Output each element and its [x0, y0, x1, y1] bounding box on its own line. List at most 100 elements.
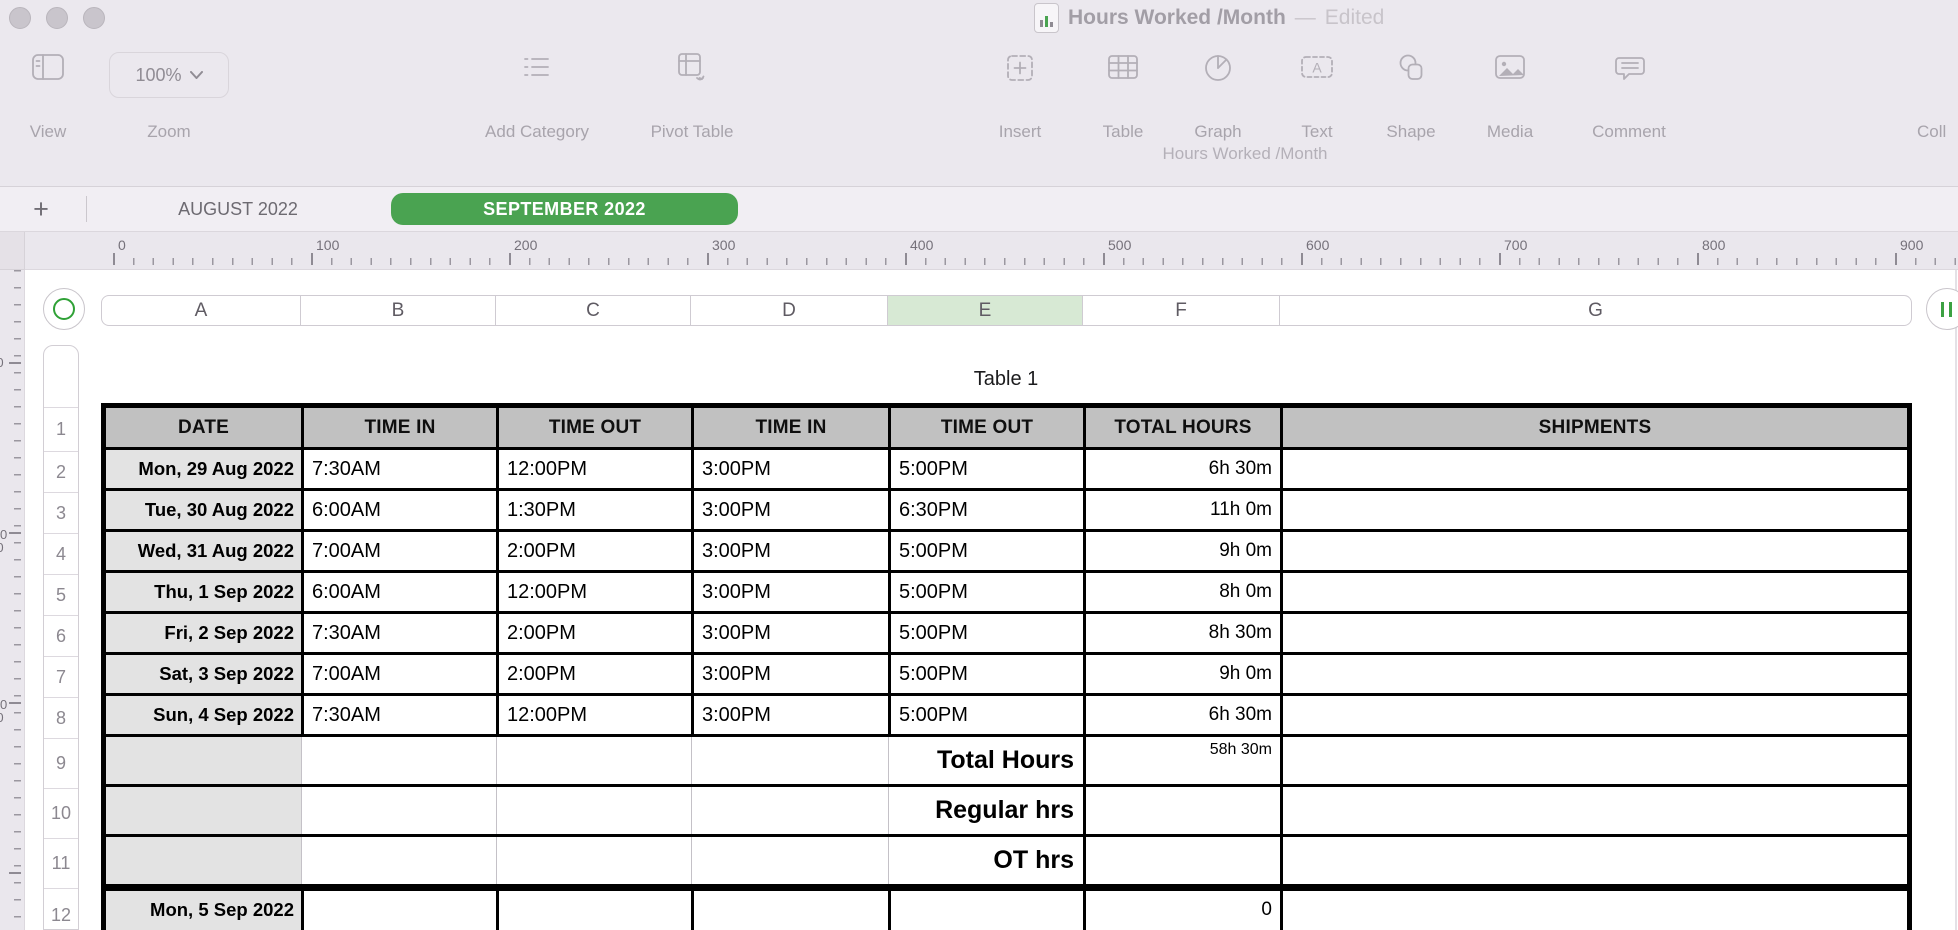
- cell-date[interactable]: Tue, 30 Aug 2022: [106, 491, 301, 529]
- cell-time-in-2[interactable]: 3:00PM: [691, 655, 888, 693]
- cell-shipments[interactable]: [1280, 655, 1907, 693]
- collaborate-button[interactable]: Coll: [1917, 122, 1946, 142]
- table-title[interactable]: Table 1: [974, 368, 1039, 391]
- cell-total[interactable]: 9h 0m: [1083, 532, 1280, 570]
- cell-summary-value[interactable]: [1083, 787, 1280, 834]
- row-header-6[interactable]: 6: [44, 616, 78, 657]
- cell-time-out-1[interactable]: 12:00PM: [496, 696, 691, 734]
- cell-time-in-1[interactable]: 6:00AM: [301, 491, 496, 529]
- cell-date[interactable]: Mon, 5 Sep 2022: [106, 891, 301, 930]
- cell-shipments[interactable]: [1280, 891, 1907, 930]
- cell-shipments[interactable]: [1280, 573, 1907, 611]
- cell-time-in-2[interactable]: 3:00PM: [691, 532, 888, 570]
- cell-empty[interactable]: [106, 737, 301, 784]
- cell-time-in-1[interactable]: [301, 891, 496, 930]
- cell-total[interactable]: 8h 30m: [1083, 614, 1280, 652]
- cell-summary-value[interactable]: [1083, 837, 1280, 884]
- cell-summary-value[interactable]: 58h 30m: [1083, 737, 1280, 784]
- cell-date[interactable]: Mon, 29 Aug 2022: [106, 450, 301, 488]
- cell-empty[interactable]: [106, 837, 301, 884]
- cell-empty[interactable]: [691, 787, 888, 834]
- row-header-2[interactable]: 2: [44, 452, 78, 493]
- row-header-8[interactable]: 8: [44, 698, 78, 739]
- cell-time-out-2[interactable]: 5:00PM: [888, 696, 1083, 734]
- cell-time-out-2[interactable]: [888, 891, 1083, 930]
- cell-time-in-2[interactable]: 3:00PM: [691, 696, 888, 734]
- cell-shipments[interactable]: [1280, 532, 1907, 570]
- cell-time-in-1[interactable]: 7:00AM: [301, 532, 496, 570]
- close-window-icon[interactable]: [9, 7, 31, 29]
- sheet-tab-august-2022[interactable]: AUGUST 2022: [178, 187, 298, 231]
- cell-shipments[interactable]: [1280, 696, 1907, 734]
- cell-summary-label[interactable]: Regular hrs: [888, 787, 1083, 834]
- header-time-in-1[interactable]: TIME IN: [301, 408, 496, 447]
- header-shipments[interactable]: SHIPMENTS: [1280, 408, 1907, 447]
- cell-time-out-2[interactable]: 5:00PM: [888, 450, 1083, 488]
- cell-time-in-1[interactable]: 7:30AM: [301, 450, 496, 488]
- cell-total[interactable]: 6h 30m: [1083, 450, 1280, 488]
- row-header-4[interactable]: 4: [44, 534, 78, 575]
- column-header-d[interactable]: D: [691, 296, 888, 325]
- cell-time-out-1[interactable]: 12:00PM: [496, 450, 691, 488]
- cell-time-in-2[interactable]: 3:00PM: [691, 614, 888, 652]
- sheet-tab-september-2022[interactable]: SEPTEMBER 2022: [391, 193, 738, 225]
- row-header-3[interactable]: 3: [44, 493, 78, 534]
- column-header-f[interactable]: F: [1083, 296, 1280, 325]
- cell-time-in-2[interactable]: 3:00PM: [691, 491, 888, 529]
- select-table-button[interactable]: [43, 288, 85, 330]
- row-header-5[interactable]: 5: [44, 575, 78, 616]
- cell-date[interactable]: Sun, 4 Sep 2022: [106, 696, 301, 734]
- cell-empty[interactable]: [301, 787, 496, 834]
- header-date[interactable]: DATE: [106, 408, 301, 447]
- cell-date[interactable]: Wed, 31 Aug 2022: [106, 532, 301, 570]
- row-header-12[interactable]: 12: [44, 889, 78, 929]
- cell-time-out-2[interactable]: 6:30PM: [888, 491, 1083, 529]
- zoom-dropdown[interactable]: 100%: [109, 52, 229, 98]
- row-header-7[interactable]: 7: [44, 657, 78, 698]
- cell-time-in-1[interactable]: 7:30AM: [301, 614, 496, 652]
- cell-time-out-2[interactable]: 5:00PM: [888, 573, 1083, 611]
- cell-date[interactable]: Fri, 2 Sep 2022: [106, 614, 301, 652]
- cell-total[interactable]: 11h 0m: [1083, 491, 1280, 529]
- cell-shipments[interactable]: [1280, 450, 1907, 488]
- column-header-c[interactable]: C: [496, 296, 691, 325]
- cell-total[interactable]: 6h 30m: [1083, 696, 1280, 734]
- cell-shipments[interactable]: [1280, 737, 1907, 784]
- row-header-10[interactable]: 10: [44, 789, 78, 839]
- cell-shipments[interactable]: [1280, 491, 1907, 529]
- cell-time-out-1[interactable]: [496, 891, 691, 930]
- cell-empty[interactable]: [301, 837, 496, 884]
- row-header-blank[interactable]: [44, 346, 78, 408]
- row-header-9[interactable]: 9: [44, 739, 78, 789]
- cell-time-in-1[interactable]: 7:30AM: [301, 696, 496, 734]
- header-time-in-2[interactable]: TIME IN: [691, 408, 888, 447]
- column-header-g[interactable]: G: [1280, 296, 1911, 325]
- cell-time-in-1[interactable]: 7:00AM: [301, 655, 496, 693]
- cell-empty[interactable]: [691, 837, 888, 884]
- cell-time-in-2[interactable]: 3:00PM: [691, 573, 888, 611]
- row-header-1[interactable]: 1: [44, 408, 78, 452]
- cell-total[interactable]: 9h 0m: [1083, 655, 1280, 693]
- cell-total[interactable]: 0: [1083, 891, 1280, 930]
- column-header-e-selected[interactable]: E: [888, 296, 1083, 325]
- cell-time-out-2[interactable]: 5:00PM: [888, 532, 1083, 570]
- cell-date[interactable]: Thu, 1 Sep 2022: [106, 573, 301, 611]
- cell-time-in-2[interactable]: [691, 891, 888, 930]
- cell-time-out-1[interactable]: 2:00PM: [496, 532, 691, 570]
- cell-summary-label[interactable]: OT hrs: [888, 837, 1083, 884]
- cell-total[interactable]: 8h 0m: [1083, 573, 1280, 611]
- header-time-out-1[interactable]: TIME OUT: [496, 408, 691, 447]
- header-total-hours[interactable]: TOTAL HOURS: [1083, 408, 1280, 447]
- cell-time-out-1[interactable]: 12:00PM: [496, 573, 691, 611]
- cell-shipments[interactable]: [1280, 837, 1907, 884]
- cell-shipments[interactable]: [1280, 614, 1907, 652]
- cell-date[interactable]: Sat, 3 Sep 2022: [106, 655, 301, 693]
- cell-shipments[interactable]: [1280, 787, 1907, 834]
- column-header-a[interactable]: A: [102, 296, 301, 325]
- cell-time-out-1[interactable]: 2:00PM: [496, 655, 691, 693]
- cell-empty[interactable]: [301, 737, 496, 784]
- cell-empty[interactable]: [496, 837, 691, 884]
- cell-time-in-1[interactable]: 6:00AM: [301, 573, 496, 611]
- header-time-out-2[interactable]: TIME OUT: [888, 408, 1083, 447]
- cell-summary-label[interactable]: Total Hours: [888, 737, 1083, 784]
